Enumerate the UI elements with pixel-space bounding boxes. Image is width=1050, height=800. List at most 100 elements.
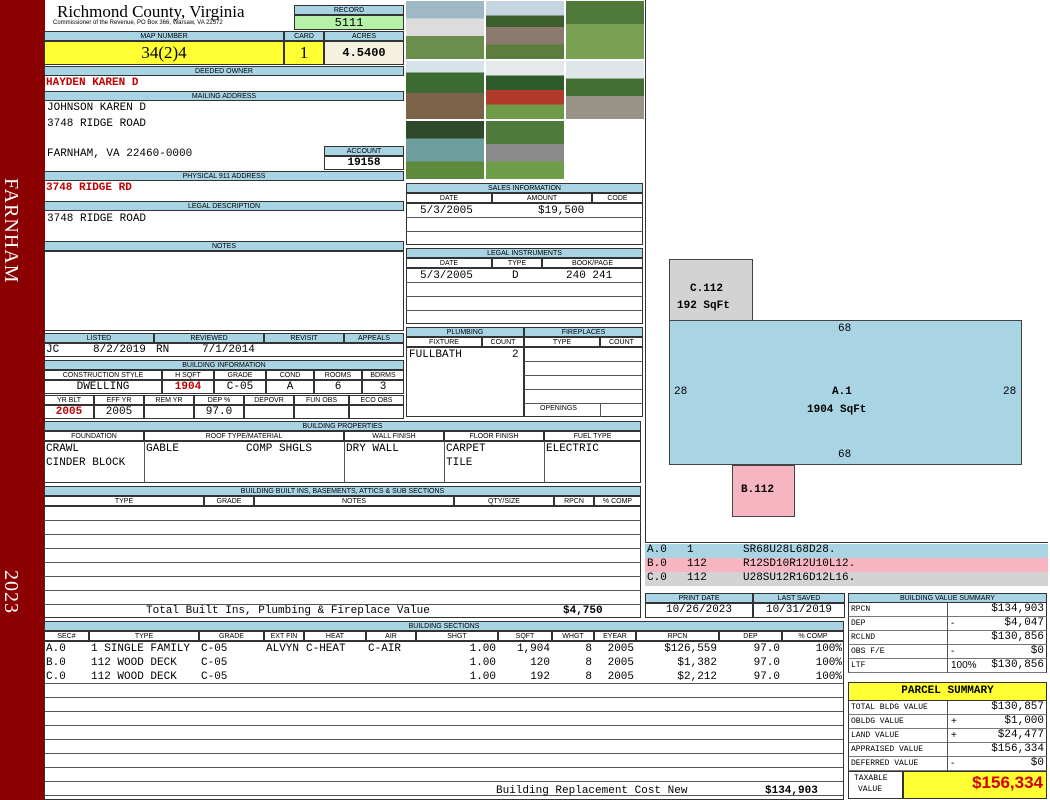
prop-rule	[544, 441, 545, 483]
building-info-value: 2005	[44, 405, 94, 419]
sections-header: SEC#	[44, 631, 89, 641]
li-book: 240 241	[566, 270, 613, 282]
builtins-type-header: TYPE	[44, 496, 204, 506]
building-info-header: FUN OBS	[294, 395, 349, 405]
value-summary-value: $4,047	[1004, 617, 1044, 629]
sales-amount-header: AMOUNT	[492, 193, 592, 203]
parcel-summary-label: OBLDG VALUE	[851, 717, 904, 726]
building-info-header: COND	[266, 370, 314, 380]
fireplaces-label: FIREPLACES	[524, 327, 643, 337]
value-summary-label: RCLND	[851, 633, 876, 642]
acres-label: ACRES	[324, 31, 404, 41]
value-summary-label: DEP	[851, 619, 866, 628]
fixture-header: FIXTURE	[406, 337, 482, 347]
vector-section: A.0	[647, 544, 667, 556]
value-summary-label: RPCN	[851, 605, 871, 614]
sections-header: TYPE	[89, 631, 199, 641]
foundation-1: CRAWL	[46, 443, 80, 455]
vector-section: B.0	[647, 558, 667, 570]
fixture-type: FULLBATH	[409, 349, 462, 361]
reviewed-label: REVIEWED	[154, 333, 264, 343]
parcel-summary-value: $1,000	[1004, 715, 1044, 727]
sections-header: WHGT	[552, 631, 594, 641]
sketch-dim-bottom: 68	[838, 449, 852, 461]
parcel-summary-label: APPRAISED VALUE	[851, 745, 924, 754]
taxable-label-2: VALUE	[858, 785, 883, 794]
sections-header: DEP	[719, 631, 782, 641]
fp-rule	[600, 403, 601, 417]
fixture-count-header: COUNT	[482, 337, 524, 347]
last-saved: 10/31/2019	[753, 603, 845, 618]
legal-description: 3748 RIDGE ROAD	[47, 213, 147, 225]
legal-instruments-label: LEGAL INSTRUMENTS	[406, 248, 643, 258]
parcel-summary-value: $0	[1030, 757, 1044, 769]
building-info-header: ROOMS	[314, 370, 362, 380]
parcel-summary-label: LAND VALUE	[851, 731, 900, 740]
builtin-row-rule	[44, 548, 641, 549]
building-info-header: EFF YR	[94, 395, 144, 405]
fp-rule	[524, 361, 643, 362]
value-summary-sign: 100%	[951, 660, 977, 671]
sections-header: SQFT	[498, 631, 552, 641]
building-info-value: 2005	[94, 405, 144, 419]
fp-count-header: COUNT	[600, 337, 643, 347]
property-photo	[485, 120, 565, 180]
property-photo	[565, 60, 645, 120]
li-rule	[406, 310, 643, 311]
builtins-total: $4,750	[563, 605, 603, 617]
building-info-header: DEP %	[194, 395, 244, 405]
sections-header: AIR	[366, 631, 416, 641]
sections-header: EXT FIN	[264, 631, 304, 641]
prop-rule	[344, 441, 345, 483]
vector-section: C.0	[647, 572, 667, 584]
value-summary-label: OBS F/E	[851, 647, 885, 656]
building-info-label: BUILDING INFORMATION	[44, 360, 404, 370]
sections-header: SHGT	[416, 631, 498, 641]
building-info-value: A	[266, 380, 314, 394]
builtins-comp-header: % COMP	[594, 496, 641, 506]
prop-rule	[144, 441, 145, 483]
li-date: 5/3/2005	[420, 270, 473, 282]
builtin-row-rule	[44, 534, 641, 535]
floor-finish-1: CARPET	[446, 443, 486, 455]
building-info-value: C-05	[214, 380, 266, 394]
listed-label: LISTED	[44, 333, 154, 343]
plumbing-label: PLUMBING	[406, 327, 524, 337]
sections-header: HEAT	[304, 631, 366, 641]
building-info-value: 97.0	[194, 405, 244, 419]
sketch-dim-right: 28	[1003, 386, 1017, 398]
taxable-label-1: TAXABLE	[854, 774, 888, 783]
value-summary-value: $130,856	[991, 659, 1044, 671]
fp-rule	[524, 389, 643, 390]
map-number: 34(2)4	[44, 41, 284, 65]
vector-code: 112	[687, 572, 707, 584]
building-info-header: BDRMS	[362, 370, 404, 380]
value-summary-sign: -	[951, 646, 955, 657]
li-date-header: DATE	[406, 258, 492, 268]
roof-material: COMP SHGLS	[246, 443, 313, 455]
building-info-header: DEPOVR	[244, 395, 294, 405]
building-info-value: 6	[314, 380, 362, 394]
builtin-row-rule	[44, 576, 641, 577]
vector-row: A.0 1 SR68U28L68D28.	[645, 544, 1048, 558]
vector-string: SR68U28L68D28.	[743, 544, 836, 556]
builtins-label: BUILDING BUILT INS, BASEMENTS, ATTICS & …	[44, 486, 641, 496]
fixture-count: 2	[512, 349, 519, 361]
parcel-summary-label: PARCEL SUMMARY	[848, 682, 1047, 701]
vector-string: R12SD10R12U10L12.	[743, 558, 856, 570]
builtins-qty-header: QTY/SIZE	[454, 496, 554, 506]
sketch-dim-top: 68	[838, 323, 852, 335]
fp-rule	[524, 375, 643, 376]
li-rule	[406, 296, 643, 297]
print-date: 10/26/2023	[645, 603, 753, 618]
li-book-header: BOOK/PAGE	[542, 258, 643, 268]
fuel-header: FUEL TYPE	[544, 431, 641, 441]
sketch-dim-left: 28	[674, 386, 688, 398]
roof-header: ROOF TYPE/MATERIAL	[144, 431, 344, 441]
building-info-value	[294, 405, 349, 419]
building-info-header: YR BLT	[44, 395, 94, 405]
building-info-header: GRADE	[214, 370, 266, 380]
property-photo	[405, 60, 485, 120]
building-info-header: ECO OBS	[349, 395, 404, 405]
deeded-owner: HAYDEN KAREN D	[46, 77, 139, 89]
